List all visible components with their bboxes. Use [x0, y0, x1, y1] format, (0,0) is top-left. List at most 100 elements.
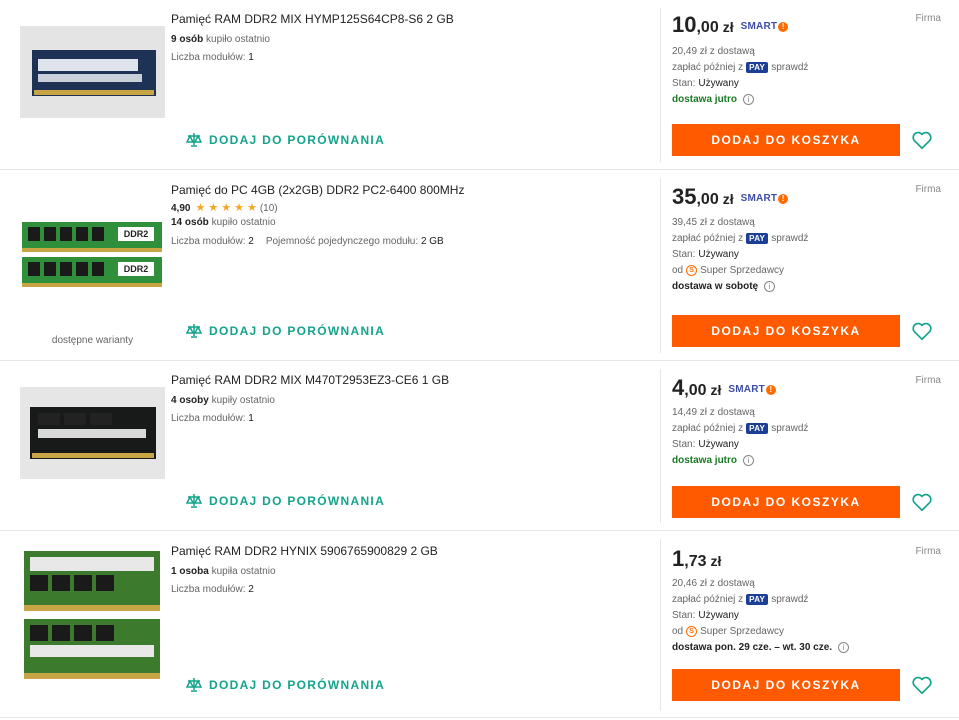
divider — [660, 8, 661, 162]
condition: Stan: Używany — [672, 78, 739, 89]
add-to-cart-button[interactable]: DODAJ DO KOSZYKA — [672, 315, 900, 347]
price-integer: 1 — [672, 546, 685, 571]
price: 4,00 zł SMART! — [672, 375, 776, 401]
ram-module-image — [20, 26, 165, 118]
compare-icon — [185, 494, 203, 508]
currency: zł — [710, 382, 722, 398]
delivery-price: 14,49 zł z dostawą — [672, 407, 755, 418]
compare-label: DODAJ DO PORÓWNANIA — [209, 494, 386, 508]
divider — [660, 178, 661, 353]
add-to-compare-button[interactable]: DODAJ DO PORÓWNANIA — [185, 676, 385, 694]
buyers-suffix: kupiło ostatnio — [211, 217, 276, 228]
heart-icon[interactable] — [911, 674, 933, 696]
buyers-info: 14 osób kupiło ostatnio — [171, 217, 276, 228]
pay-later: zapłać później z PAY sprawdź — [672, 423, 809, 434]
delivery-info: dostawa w sobotę i — [672, 281, 776, 292]
price: 10,00 zł SMART! — [672, 12, 789, 38]
rating-count: (10) — [259, 203, 278, 214]
buyers-suffix: kupiła ostatnio — [211, 566, 276, 577]
listing-title[interactable]: Pamięć RAM DDR2 MIX M470T2953EZ3-CE6 1 G… — [171, 373, 449, 387]
delivery-info: dostawa pon. 29 cze. – wt. 30 cze. i — [672, 642, 850, 653]
rating[interactable]: 4,90 ★ ★ ★ ★ ★ (10) — [171, 202, 278, 215]
info-icon[interactable]: i — [764, 281, 776, 292]
add-to-cart-button[interactable]: DODAJ DO KOSZYKA — [672, 486, 900, 518]
add-to-compare-button[interactable]: DODAJ DO PORÓWNANIA — [185, 131, 385, 149]
delivery-text: dostawa jutro — [672, 94, 738, 105]
product-image[interactable]: DDR2 DDR2 — [20, 220, 165, 290]
add-to-cart-button[interactable]: DODAJ DO KOSZYKA — [672, 124, 900, 156]
chip-label: DDR2 — [123, 229, 149, 239]
add-to-compare-button[interactable]: DODAJ DO PORÓWNANIA — [185, 492, 385, 510]
pay-badge-icon: PAY — [746, 594, 769, 605]
price: 35,00 zł SMART! — [672, 184, 789, 210]
listing-title[interactable]: Pamięć do PC 4GB (2x2GB) DDR2 PC2-6400 8… — [171, 183, 464, 197]
heart-icon[interactable] — [911, 320, 933, 342]
buyers-count: 9 osób — [171, 34, 204, 45]
currency: zł — [710, 553, 722, 569]
smart-badge-icon: SMART! — [728, 384, 776, 395]
ram-module-image — [20, 387, 165, 479]
price-integer: 10 — [672, 12, 697, 37]
currency: zł — [722, 191, 734, 207]
condition: Stan: Używany — [672, 610, 739, 621]
info-icon[interactable]: i — [743, 455, 755, 466]
super-seller-icon: S — [686, 626, 698, 637]
delivery-price: 39,45 zł z dostawą — [672, 217, 755, 228]
price-fraction: ,00 — [696, 19, 719, 36]
pay-later-link[interactable]: sprawdź — [771, 233, 808, 244]
price-fraction: ,73 — [684, 553, 707, 570]
compare-icon — [185, 678, 203, 692]
add-to-cart-button[interactable]: DODAJ DO KOSZYKA — [672, 669, 900, 701]
pay-later: zapłać później z PAY sprawdź — [672, 62, 809, 73]
delivery-text: dostawa pon. 29 cze. – wt. 30 cze. — [672, 642, 833, 653]
rating-score: 4,90 — [171, 203, 191, 214]
seller-type: Firma — [915, 546, 941, 557]
listing-title[interactable]: Pamięć RAM DDR2 MIX HYMP125S64CP8-S6 2 G… — [171, 12, 454, 26]
super-seller-label: Super Sprzedawcy — [700, 626, 785, 637]
variants-note[interactable]: dostępne warianty — [20, 335, 165, 346]
delivery-text: dostawa jutro — [672, 455, 738, 466]
pay-later-link[interactable]: sprawdź — [771, 594, 808, 605]
price-integer: 35 — [672, 184, 697, 209]
buyers-info: 1 osoba kupiła ostatnio — [171, 566, 276, 577]
listing-card: Pamięć RAM DDR2 MIX M470T2953EZ3-CE6 1 G… — [0, 361, 959, 531]
buyers-count: 14 osób — [171, 217, 209, 228]
delivery-info: dostawa jutro i — [672, 455, 755, 466]
divider — [660, 369, 661, 523]
info-icon[interactable]: i — [838, 642, 850, 653]
buyers-info: 4 osoby kupiły ostatnio — [171, 395, 275, 406]
seller-type: Firma — [915, 184, 941, 195]
smart-badge-icon: SMART! — [741, 193, 789, 204]
pay-later-link[interactable]: sprawdź — [771, 62, 808, 73]
star-icon: ★ — [221, 202, 232, 214]
condition: Stan: Używany — [672, 439, 739, 450]
listing-card: DDR2 DDR2 dostępne warianty Pamięć do PC… — [0, 170, 959, 361]
buyers-count: 1 osoba — [171, 566, 209, 577]
buyers-count: 4 osoby — [171, 395, 209, 406]
price-fraction: ,00 — [696, 191, 719, 208]
pay-later-link[interactable]: sprawdź — [771, 423, 808, 434]
heart-icon[interactable] — [911, 129, 933, 151]
param-modules: Liczba modułów: 2 — [171, 584, 254, 595]
product-image[interactable] — [20, 547, 165, 683]
condition: Stan: Używany — [672, 249, 739, 260]
star-icon: ★ — [208, 202, 219, 214]
info-icon[interactable]: i — [743, 94, 755, 105]
listing-card: Pamięć RAM DDR2 HYNIX 5906765900829 2 GB… — [0, 531, 959, 718]
listing-title[interactable]: Pamięć RAM DDR2 HYNIX 5906765900829 2 GB — [171, 544, 438, 558]
compare-icon — [185, 324, 203, 338]
price-fraction: ,00 — [684, 382, 707, 399]
delivery-price: 20,46 zł z dostawą — [672, 578, 755, 589]
price-integer: 4 — [672, 375, 685, 400]
super-seller: od S Super Sprzedawcy — [672, 626, 785, 637]
super-seller: od S Super Sprzedawcy — [672, 265, 785, 276]
listing-card: Pamięć RAM DDR2 MIX HYMP125S64CP8-S6 2 G… — [0, 0, 959, 170]
compare-icon — [185, 133, 203, 147]
add-to-compare-button[interactable]: DODAJ DO PORÓWNANIA — [185, 322, 385, 340]
compare-label: DODAJ DO PORÓWNANIA — [209, 133, 386, 147]
super-seller-label: Super Sprzedawcy — [700, 265, 785, 276]
product-image[interactable] — [20, 26, 165, 118]
pay-badge-icon: PAY — [746, 423, 769, 434]
product-image[interactable] — [20, 387, 165, 479]
heart-icon[interactable] — [911, 491, 933, 513]
